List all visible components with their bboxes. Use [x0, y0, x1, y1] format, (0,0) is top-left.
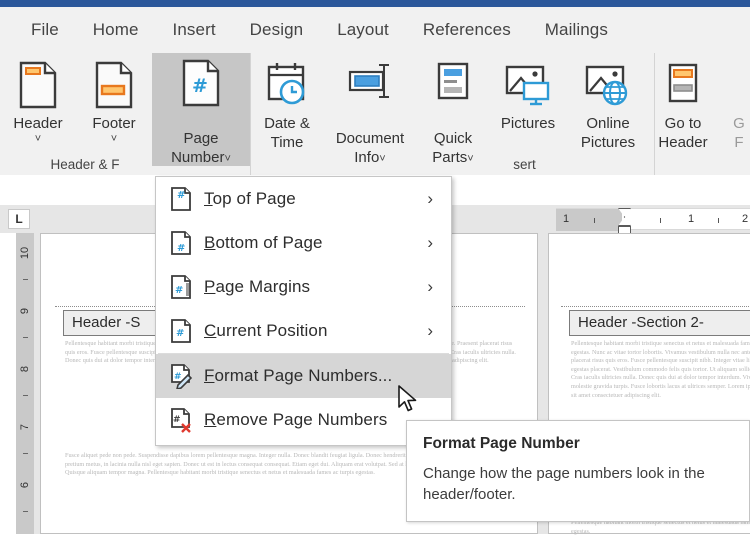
tab-insert[interactable]: Insert: [156, 14, 233, 46]
menu-item-page-margins-label: Page Margins: [204, 277, 311, 296]
vruler-tick: [23, 337, 28, 338]
ribbon-button-page-number[interactable]: # Page Number˅: [152, 53, 250, 166]
svg-text:#: #: [175, 285, 183, 296]
pictures-icon: [504, 59, 552, 111]
ribbon-button-footer[interactable]: Footer ˅: [76, 53, 152, 166]
tooltip-body: Change how the page numbers look in the …: [423, 465, 705, 503]
ruler-tick: [594, 218, 595, 223]
page-number-position-icon: #: [170, 318, 204, 344]
ribbon-button-go-to-footer[interactable]: G F: [711, 53, 750, 166]
ruler-tick: [660, 218, 661, 223]
vruler-tick: [23, 279, 28, 280]
tab-file[interactable]: File: [14, 14, 76, 46]
page-number-margins-icon: #: [170, 274, 204, 300]
ribbon-button-go-to-header[interactable]: Go to Header: [655, 53, 711, 166]
ribbon-button-pictures-label: Pictures: [500, 115, 556, 132]
page-number-bottom-icon: #: [170, 230, 204, 256]
header-separator-right: [561, 306, 750, 307]
document-info-icon: [347, 59, 393, 107]
svg-text:#: #: [173, 415, 181, 425]
footer-icon: [94, 59, 134, 111]
quick-parts-icon: [435, 59, 471, 107]
chevron-down-icon[interactable]: ˅: [35, 133, 41, 145]
svg-text:#: #: [176, 328, 184, 339]
header-icon: [18, 59, 58, 111]
vertical-ruler[interactable]: 10 9 8 7 6: [16, 233, 34, 534]
svg-text:#: #: [192, 75, 208, 97]
menu-item-top-of-page[interactable]: # Top of Page ›: [156, 177, 451, 221]
ribbon-button-go-to-header-label: Go to Header: [658, 115, 708, 151]
vruler-label-8: 8: [19, 365, 31, 373]
vruler-label-7: 7: [19, 423, 31, 431]
vruler-label-9: 9: [19, 307, 31, 315]
ribbon-button-go-to-footer-label: G F: [733, 115, 745, 151]
tooltip-title: Format Page Number: [423, 435, 580, 452]
mouse-cursor: [398, 385, 420, 420]
go-to-header-icon: [665, 59, 701, 111]
ribbon-button-date-and-time-label: Date & Time: [264, 115, 310, 151]
horizontal-ruler[interactable]: 1 1 2: [556, 208, 750, 237]
page-body-text-right-1: Pellentesque habitant morbi tristique se…: [571, 340, 750, 399]
chevron-right-icon: ›: [427, 189, 433, 208]
vruler-tick: [23, 395, 28, 396]
menu-item-bottom-of-page[interactable]: # Bottom of Page ›: [156, 221, 451, 265]
ribbon-group-title-header-footer: Header & F: [50, 157, 120, 172]
svg-text:#: #: [174, 372, 182, 382]
menu-item-remove-page-numbers-label: Remove Page Numbers: [204, 410, 388, 429]
ribbon-button-document-info[interactable]: Document Info˅: [323, 53, 417, 166]
vruler-tick: [23, 453, 28, 454]
ruler-tick: [718, 218, 719, 223]
ribbon-button-online-pictures[interactable]: Online Pictures: [567, 53, 649, 166]
tab-stop-selector[interactable]: L: [8, 209, 30, 229]
ribbon-tab-strip: File Home Insert Design Layout Reference…: [0, 7, 750, 53]
tab-layout[interactable]: Layout: [320, 14, 406, 46]
ribbon-button-header[interactable]: Header ˅: [0, 53, 76, 166]
chevron-right-icon: ›: [427, 233, 433, 252]
ribbon-button-online-pictures-label: Online Pictures: [580, 115, 636, 151]
tab-mailings[interactable]: Mailings: [528, 14, 625, 46]
menu-item-format-page-numbers-label: Format Page Numbers...: [204, 366, 393, 385]
page-number-icon: #: [181, 59, 221, 107]
ribbon: Header ˅ Footer ˅ # Page Number˅ Header …: [0, 53, 750, 175]
window-title-bar: [0, 0, 750, 7]
remove-page-numbers-icon: #: [170, 407, 204, 433]
ribbon-group-navigation: Go to Header G F: [654, 53, 750, 175]
ribbon-group-insert: Date & Time Document Info˅ Quick Parts˅ …: [250, 53, 654, 175]
menu-item-page-margins[interactable]: # Page Margins ›: [156, 265, 451, 309]
ruler-label-1b: 1: [688, 213, 695, 225]
vruler-tick: [23, 511, 28, 512]
ruler-label-1a: 1: [563, 213, 570, 225]
page-number-top-icon: #: [170, 186, 204, 212]
tab-design[interactable]: Design: [233, 14, 321, 46]
calendar-clock-icon: [265, 59, 309, 111]
tab-home[interactable]: Home: [76, 14, 156, 46]
ribbon-button-quick-parts[interactable]: Quick Parts˅: [417, 53, 489, 166]
ribbon-button-pictures[interactable]: Pictures: [489, 53, 567, 166]
menu-item-current-position-label: Current Position: [204, 321, 328, 340]
menu-item-current-position[interactable]: # Current Position ›: [156, 309, 451, 353]
online-pictures-icon: [584, 59, 632, 111]
svg-text:#: #: [177, 243, 185, 254]
chevron-down-icon[interactable]: ˅: [224, 153, 230, 165]
ruler-label-2: 2: [742, 213, 749, 225]
chevron-right-icon: ›: [427, 321, 433, 340]
header-field-right[interactable]: Header -Section 2-: [569, 310, 750, 336]
menu-item-top-of-page-label: Top of Page: [204, 189, 296, 208]
chevron-right-icon: ›: [427, 277, 433, 296]
menu-item-bottom-of-page-label: Bottom of Page: [204, 233, 323, 252]
vruler-label-6: 6: [19, 481, 31, 489]
chevron-down-icon[interactable]: ˅: [111, 133, 117, 145]
ribbon-button-footer-label: Footer: [92, 115, 136, 132]
svg-text:#: #: [177, 190, 185, 201]
format-page-numbers-icon: #: [170, 363, 204, 389]
vruler-label-10: 10: [19, 246, 31, 260]
ribbon-button-header-label: Header: [13, 115, 63, 132]
tab-references[interactable]: References: [406, 14, 528, 46]
tooltip: Format Page Number Change how the page n…: [406, 420, 750, 522]
ribbon-button-date-and-time[interactable]: Date & Time: [251, 53, 323, 166]
ribbon-group-header-footer: Header ˅ Footer ˅ # Page Number˅ Header …: [0, 53, 250, 175]
